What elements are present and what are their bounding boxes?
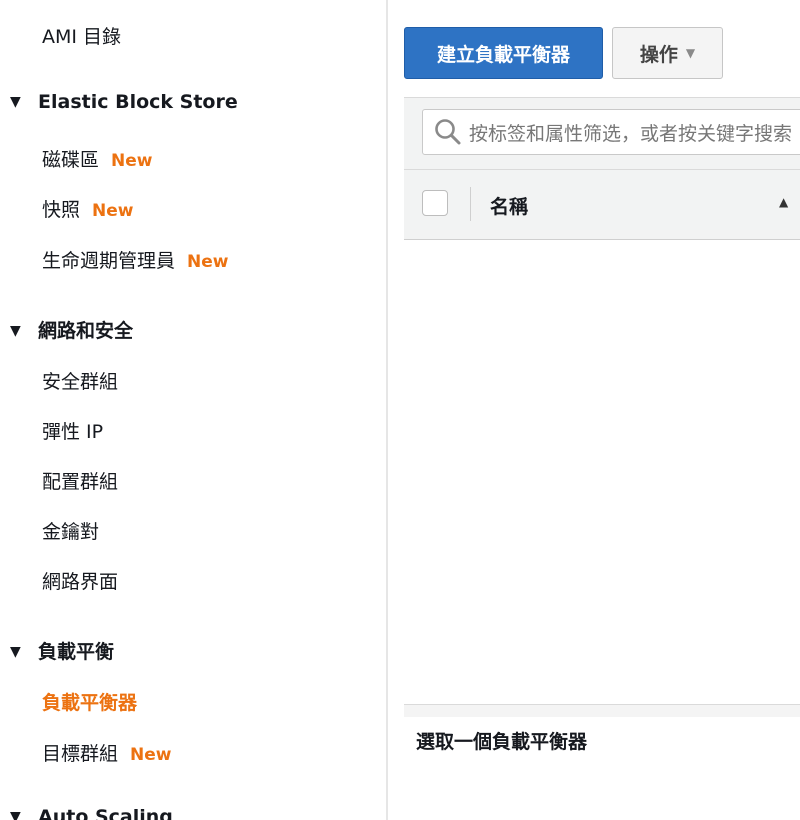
- sidebar-item-label: 網路界面: [42, 571, 119, 593]
- sidebar-item-label: 彈性 IP: [42, 421, 104, 443]
- actions-dropdown-button[interactable]: 操作 ▼: [612, 27, 723, 79]
- sidebar-item-security-groups[interactable]: 安全群組: [42, 367, 118, 394]
- sidebar-item-placement-groups[interactable]: 配置群組: [42, 467, 118, 494]
- sidebar-section-network-security[interactable]: ▼ 網路和安全: [10, 316, 133, 343]
- main-content: 建立負載平衡器 操作 ▼ 按标签和属性筛选，或者按关键字搜索 名稱 ▲ 選取一個…: [388, 0, 800, 820]
- sidebar-item-ami-catalog[interactable]: AMI 目錄: [42, 22, 121, 49]
- filter-bar: 按标签和属性筛选，或者按关键字搜索: [404, 97, 800, 170]
- triangle-down-icon: ▼: [10, 809, 21, 820]
- sidebar-item-label: 負載平衡器: [42, 692, 138, 714]
- sidebar-item-elastic-ips[interactable]: 彈性 IP: [42, 417, 103, 444]
- search-placeholder: 按标签和属性筛选，或者按关键字搜索: [469, 122, 793, 145]
- sidebar-item-label: 磁碟區: [42, 149, 100, 171]
- sidebar-item-key-pairs[interactable]: 金鑰對: [42, 517, 99, 544]
- sidebar-section-ebs[interactable]: ▼ Elastic Block Store: [10, 91, 238, 113]
- sidebar-item-label: 目標群組: [42, 743, 119, 765]
- sidebar-item-load-balancers[interactable]: 負載平衡器: [42, 688, 137, 715]
- column-divider: [470, 187, 471, 221]
- triangle-down-icon: ▼: [10, 323, 21, 339]
- column-header-name[interactable]: 名稱: [490, 192, 528, 219]
- sidebar-item-label: 安全群組: [42, 371, 119, 393]
- sidebar-section-title: 負載平衡: [38, 641, 115, 663]
- sidebar-item-label: 配置群組: [42, 471, 119, 493]
- search-icon: [435, 119, 461, 145]
- sidebar-item-label: 金鑰對: [42, 521, 100, 543]
- sidebar-item-volumes[interactable]: 磁碟區 New: [42, 145, 152, 172]
- search-input[interactable]: 按标签和属性筛选，或者按关键字搜索: [422, 109, 800, 155]
- new-badge: New: [111, 151, 153, 171]
- sidebar-section-title: Auto Scaling: [38, 806, 173, 820]
- sidebar-section-load-balancing[interactable]: ▼ 負載平衡: [10, 637, 114, 664]
- sidebar-item-label: 快照: [42, 199, 81, 221]
- table-header: 名稱 ▲: [404, 169, 800, 240]
- create-load-balancer-label: 建立負載平衡器: [436, 43, 570, 66]
- sidebar: AMI 目錄 ▼ Elastic Block Store 磁碟區 New 快照 New…: [0, 0, 386, 820]
- details-empty-message: 選取一個負載平衡器: [416, 731, 588, 753]
- sidebar-item-label: 生命週期管理員: [42, 250, 176, 272]
- sidebar-section-title: 網路和安全: [38, 320, 134, 342]
- details-pane-divider[interactable]: [404, 704, 800, 717]
- sidebar-item-lifecycle-manager[interactable]: 生命週期管理員 New: [42, 246, 228, 273]
- new-badge: New: [92, 201, 134, 221]
- actions-label: 操作: [639, 43, 678, 66]
- sidebar-section-auto-scaling[interactable]: ▼ Auto Scaling: [10, 806, 173, 820]
- new-badge: New: [130, 745, 172, 765]
- triangle-down-icon: ▼: [10, 644, 21, 660]
- sidebar-section-title: Elastic Block Store: [38, 91, 238, 113]
- sidebar-item-target-groups[interactable]: 目標群組 New: [42, 739, 171, 766]
- new-badge: New: [187, 252, 229, 272]
- sidebar-item-snapshots[interactable]: 快照 New: [42, 195, 133, 222]
- select-all-checkbox[interactable]: [422, 190, 448, 216]
- create-load-balancer-button[interactable]: 建立負載平衡器: [404, 27, 603, 79]
- sidebar-item-label: AMI 目錄: [42, 26, 122, 48]
- chevron-down-icon: ▼: [685, 46, 696, 60]
- sort-ascending-icon[interactable]: ▲: [779, 195, 788, 209]
- sidebar-item-network-interfaces[interactable]: 網路界面: [42, 567, 118, 594]
- triangle-down-icon: ▼: [10, 94, 21, 110]
